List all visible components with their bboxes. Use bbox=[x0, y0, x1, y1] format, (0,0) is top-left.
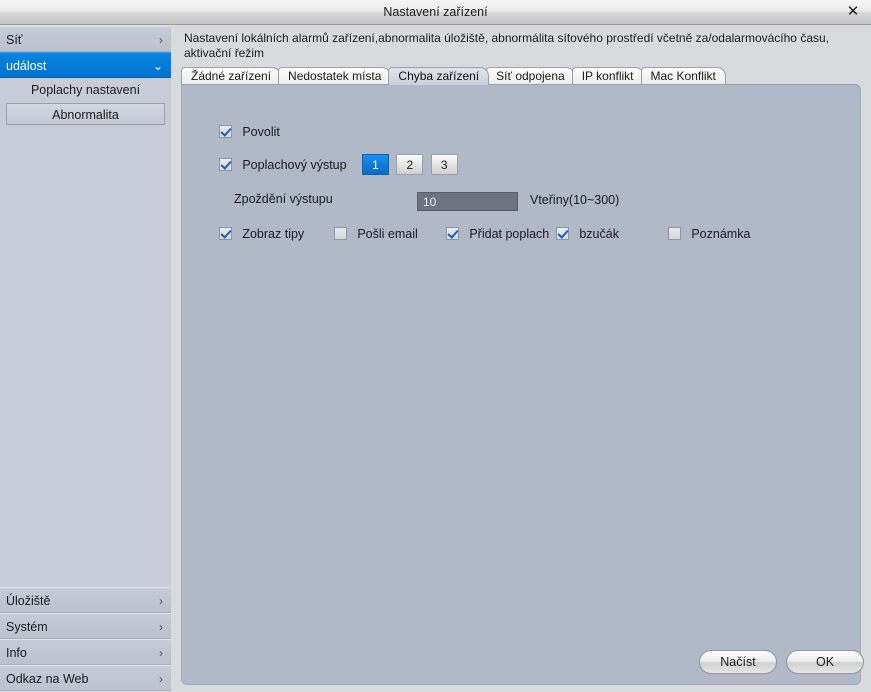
window-titlebar: Nastavení zařízení ✕ bbox=[0, 0, 871, 25]
window-title: Nastavení zařízení bbox=[383, 5, 488, 19]
output-channel-2[interactable]: 2 bbox=[396, 154, 424, 175]
chevron-right-icon: › bbox=[159, 646, 163, 660]
sidebar-item-info[interactable]: Info › bbox=[0, 639, 171, 665]
ok-button[interactable]: OK bbox=[786, 650, 864, 674]
sidebar-item-label: Síť bbox=[6, 33, 23, 47]
output-channel-group: 1 2 3 bbox=[362, 154, 462, 175]
sidebar-item-sit[interactable]: Síť › bbox=[0, 26, 171, 52]
alarm-output-row: Poplachový výstup bbox=[219, 158, 347, 172]
zobraz-tipy-label: Zobraz tipy bbox=[242, 227, 305, 241]
delay-label: Zpoždění výstupu bbox=[234, 192, 333, 206]
page-description: Nastavení lokálních alarmů zařízení,abno… bbox=[184, 31, 829, 60]
option-zobraz-tipy: Zobraz tipy bbox=[219, 227, 304, 241]
sidebar-subitem-abnormalita[interactable]: Abnormalita bbox=[6, 103, 165, 125]
enable-row: Povolit bbox=[219, 125, 280, 139]
delay-row: Zpoždění výstupu 10 Vteřiny(10~300) bbox=[234, 192, 734, 211]
output-channel-3[interactable]: 3 bbox=[430, 154, 458, 175]
zobraz-tipy-checkbox[interactable] bbox=[219, 227, 232, 240]
tab-zadne-zarizeni[interactable]: Žádné zařízení bbox=[181, 67, 282, 85]
close-icon[interactable]: ✕ bbox=[841, 2, 865, 22]
enable-checkbox[interactable] bbox=[219, 125, 232, 138]
sidebar-item-udalost[interactable]: událost ⌄ bbox=[0, 52, 171, 78]
alarm-output-label: Poplachový výstup bbox=[242, 158, 347, 172]
chevron-right-icon: › bbox=[159, 594, 163, 608]
bzucak-checkbox[interactable] bbox=[556, 227, 569, 240]
option-posli-email: Pošli email bbox=[334, 227, 418, 241]
sidebar-item-label: událost bbox=[6, 59, 47, 73]
poznamka-checkbox[interactable] bbox=[668, 227, 681, 240]
sidebar-bottom-group: Úložiště › Systém › Info › Odkaz na Web … bbox=[0, 587, 171, 691]
poznamka-label: Poznámka bbox=[691, 227, 751, 241]
sidebar-subitem-poplachy-nastaveni[interactable]: Poplachy nastavení bbox=[0, 78, 171, 102]
chevron-right-icon: › bbox=[159, 620, 163, 634]
enable-label: Povolit bbox=[242, 125, 280, 139]
main-content: Nastavení lokálních alarmů zařízení,abno… bbox=[181, 26, 864, 685]
sidebar-item-system[interactable]: Systém › bbox=[0, 613, 171, 639]
option-pridat-poplach: Přidat poplach bbox=[446, 227, 549, 241]
sidebar-item-label: Info bbox=[6, 646, 27, 660]
chevron-down-icon: ⌄ bbox=[152, 59, 163, 73]
posli-email-label: Pošli email bbox=[357, 227, 418, 241]
settings-panel: Povolit Poplachový výstup 1 2 3 Zpoždění… bbox=[181, 84, 864, 685]
sidebar-item-label: Odkaz na Web bbox=[6, 672, 89, 686]
chevron-right-icon: › bbox=[159, 672, 163, 686]
tab-mac-konflikt[interactable]: Mac Konflikt bbox=[640, 67, 726, 85]
pridat-poplach-label: Přidat poplach bbox=[469, 227, 550, 241]
output-channel-1[interactable]: 1 bbox=[362, 154, 389, 175]
tab-ip-konflikt[interactable]: IP konflikt bbox=[571, 67, 644, 85]
chevron-right-icon: › bbox=[159, 33, 163, 47]
tab-bar: Žádné zařízení Nedostatek místa Chyba za… bbox=[181, 67, 861, 85]
load-button[interactable]: Načíst bbox=[699, 650, 777, 674]
sidebar-item-ulosiste[interactable]: Úložiště › bbox=[0, 587, 171, 613]
tab-chyba-zarizeni[interactable]: Chyba zařízení bbox=[388, 67, 490, 85]
alarm-output-checkbox[interactable] bbox=[219, 158, 232, 171]
delay-unit-label: Vteřiny(10~300) bbox=[530, 193, 620, 207]
option-poznamka: Poznámka bbox=[668, 227, 750, 241]
tab-sit-odpojena[interactable]: Síť odpojena bbox=[486, 67, 575, 85]
posli-email-checkbox[interactable] bbox=[334, 227, 347, 240]
sidebar-item-label: Úložiště bbox=[6, 594, 51, 608]
option-bzucak: bzučák bbox=[556, 227, 619, 241]
tab-nedostatek-mista[interactable]: Nedostatek místa bbox=[278, 67, 392, 85]
bzucak-label: bzučák bbox=[579, 227, 619, 241]
sidebar: Síť › událost ⌄ Poplachy nastavení Abnor… bbox=[0, 26, 171, 691]
sidebar-item-odkaz-na-web[interactable]: Odkaz na Web › bbox=[0, 665, 171, 691]
sidebar-item-label: Systém bbox=[6, 620, 48, 634]
pridat-poplach-checkbox[interactable] bbox=[446, 227, 459, 240]
delay-input[interactable]: 10 bbox=[417, 192, 518, 211]
